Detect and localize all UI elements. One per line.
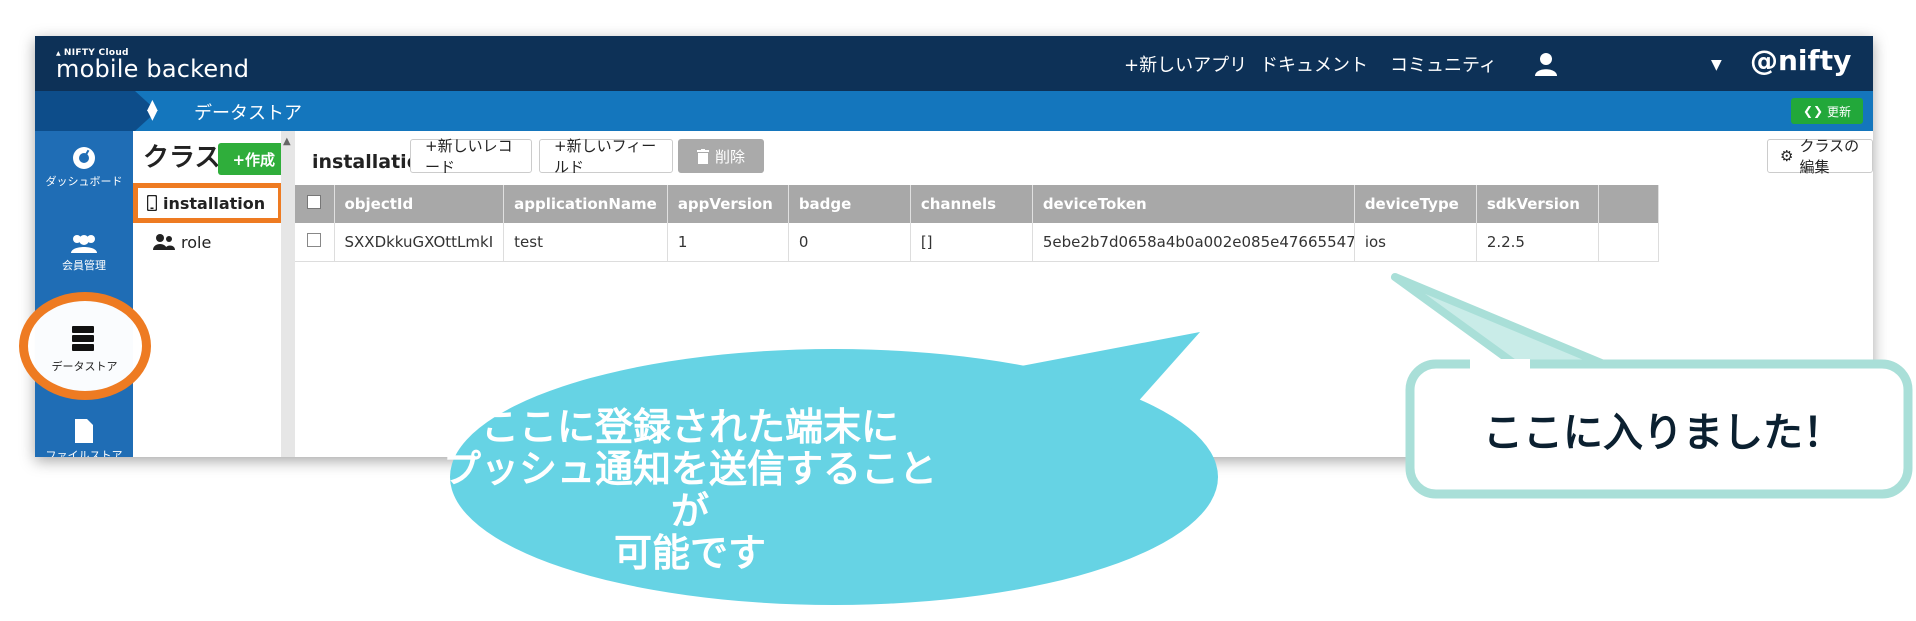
column-header[interactable]: sdkVersion [1476, 185, 1599, 223]
brand-logo[interactable]: mobile backend [56, 55, 249, 83]
gear-icon: ⚙ [1780, 147, 1794, 165]
records-table: objectId applicationName appVersion badg… [295, 185, 1659, 262]
column-header[interactable]: deviceType [1354, 185, 1477, 223]
nav-documents[interactable]: ドキュメント [1260, 51, 1368, 77]
class-list-scrollbar[interactable] [281, 131, 295, 457]
create-label: +作成 [232, 150, 276, 169]
callout-line: プッシュ通知を送信することが [442, 447, 937, 533]
new-record-button[interactable]: +新しいレコード [410, 137, 532, 176]
table-cell-extra [1598, 223, 1659, 262]
blue-callout-text: ここに登録された端末に プッシュ通知を送信することが 可能です [440, 406, 940, 574]
sidebar-item-label: ダッシュボード [45, 175, 123, 188]
mobile-icon [147, 195, 157, 211]
column-header[interactable]: appVersion [667, 185, 789, 223]
class-item-label: installation [163, 193, 266, 213]
class-item-role[interactable]: role [139, 224, 279, 260]
column-header[interactable]: applicationName [503, 185, 668, 223]
sub-header [35, 91, 1873, 131]
table-cell[interactable]: 2.2.5 [1476, 223, 1599, 262]
sidebar-item-datastore[interactable]: データストア [47, 358, 122, 374]
app-screenshot: NIFTY Cloud mobile backend +新しいアプリ ドキュメン… [35, 36, 1873, 457]
table-header-row: objectId applicationName appVersion badg… [295, 185, 1659, 223]
class-item-label: role [181, 232, 212, 252]
select-all-checkbox[interactable] [307, 195, 321, 209]
column-header[interactable]: channels [910, 185, 1033, 223]
row-select-cell[interactable] [295, 223, 335, 262]
row-checkbox[interactable] [307, 232, 321, 247]
sidebar-item-label: 会員管理 [62, 259, 106, 272]
edit-class-button[interactable]: ⚙ クラスの編集 [1767, 137, 1873, 176]
users-icon [153, 234, 175, 250]
table-cell[interactable]: [] [910, 223, 1033, 262]
table-cell[interactable]: test [503, 223, 668, 262]
sub-header-left [35, 91, 135, 131]
refresh-label: 更新 [1827, 104, 1852, 119]
class-item-installation[interactable]: installation [133, 183, 283, 223]
column-header[interactable]: objectId [334, 185, 505, 223]
database-icon [72, 326, 94, 351]
account-logo[interactable]: @nifty [1750, 44, 1851, 77]
file-icon [75, 419, 93, 443]
table-cell[interactable]: 0 [788, 223, 911, 262]
table-row[interactable]: SXXDkkuGXOttLmkI test 1 0 [] 5ebe2b7d065… [295, 223, 1659, 262]
refresh-button[interactable]: ❮❯ 更新 [1791, 98, 1863, 124]
gauge-icon [73, 147, 95, 169]
callout-line: ここに登録された端末に [480, 405, 899, 449]
user-icon[interactable] [1535, 52, 1557, 76]
class-list-title: クラス [143, 143, 221, 173]
trash-icon [696, 148, 709, 164]
chevron-down-icon[interactable]: ▼ [1711, 57, 1722, 73]
new-field-button[interactable]: +新しいフィールド [539, 137, 673, 176]
nav-community[interactable]: コミュニティ [1390, 51, 1497, 77]
select-all-header[interactable] [295, 185, 335, 223]
top-bar: NIFTY Cloud mobile backend +新しいアプリ ドキュメン… [35, 36, 1873, 91]
teal-callout-text: ここに入りました！ [1483, 410, 1843, 456]
page-title: データストア [194, 103, 302, 124]
sidebar-item-label: ファイルストア [45, 449, 123, 457]
column-header[interactable]: badge [788, 185, 911, 223]
scroll-up-icon[interactable]: ▲ [283, 136, 291, 147]
refresh-icon: ❮❯ [1802, 104, 1824, 118]
table-cell[interactable]: ios [1354, 223, 1477, 262]
delete-button[interactable]: 削除 [678, 139, 764, 173]
callout-line: 可能です [613, 531, 766, 575]
sidebar-item-dashboard[interactable]: ダッシュボード [35, 145, 133, 199]
column-header[interactable]: deviceToken [1032, 185, 1355, 223]
class-list-panel: クラス +作成 ▼ installation role [133, 131, 304, 457]
users-icon [71, 235, 97, 253]
edit-class-label: クラスの編集 [1799, 137, 1860, 176]
sidebar-item-filestore[interactable]: ファイルストア [35, 419, 133, 457]
nav-new-app[interactable]: +新しいアプリ [1124, 51, 1247, 77]
table-cell[interactable]: SXXDkkuGXOttLmkI [334, 223, 505, 262]
sort-toggle-icon[interactable]: ▲ ▼ [147, 98, 158, 122]
table-cell[interactable]: 5ebe2b7d0658a4b0a002e085e476655474bb… [1032, 223, 1355, 262]
sidebar-item-members[interactable]: 会員管理 [35, 233, 133, 287]
delete-label: 削除 [714, 147, 745, 166]
column-header-extra [1598, 185, 1659, 223]
table-cell[interactable]: 1 [667, 223, 789, 262]
